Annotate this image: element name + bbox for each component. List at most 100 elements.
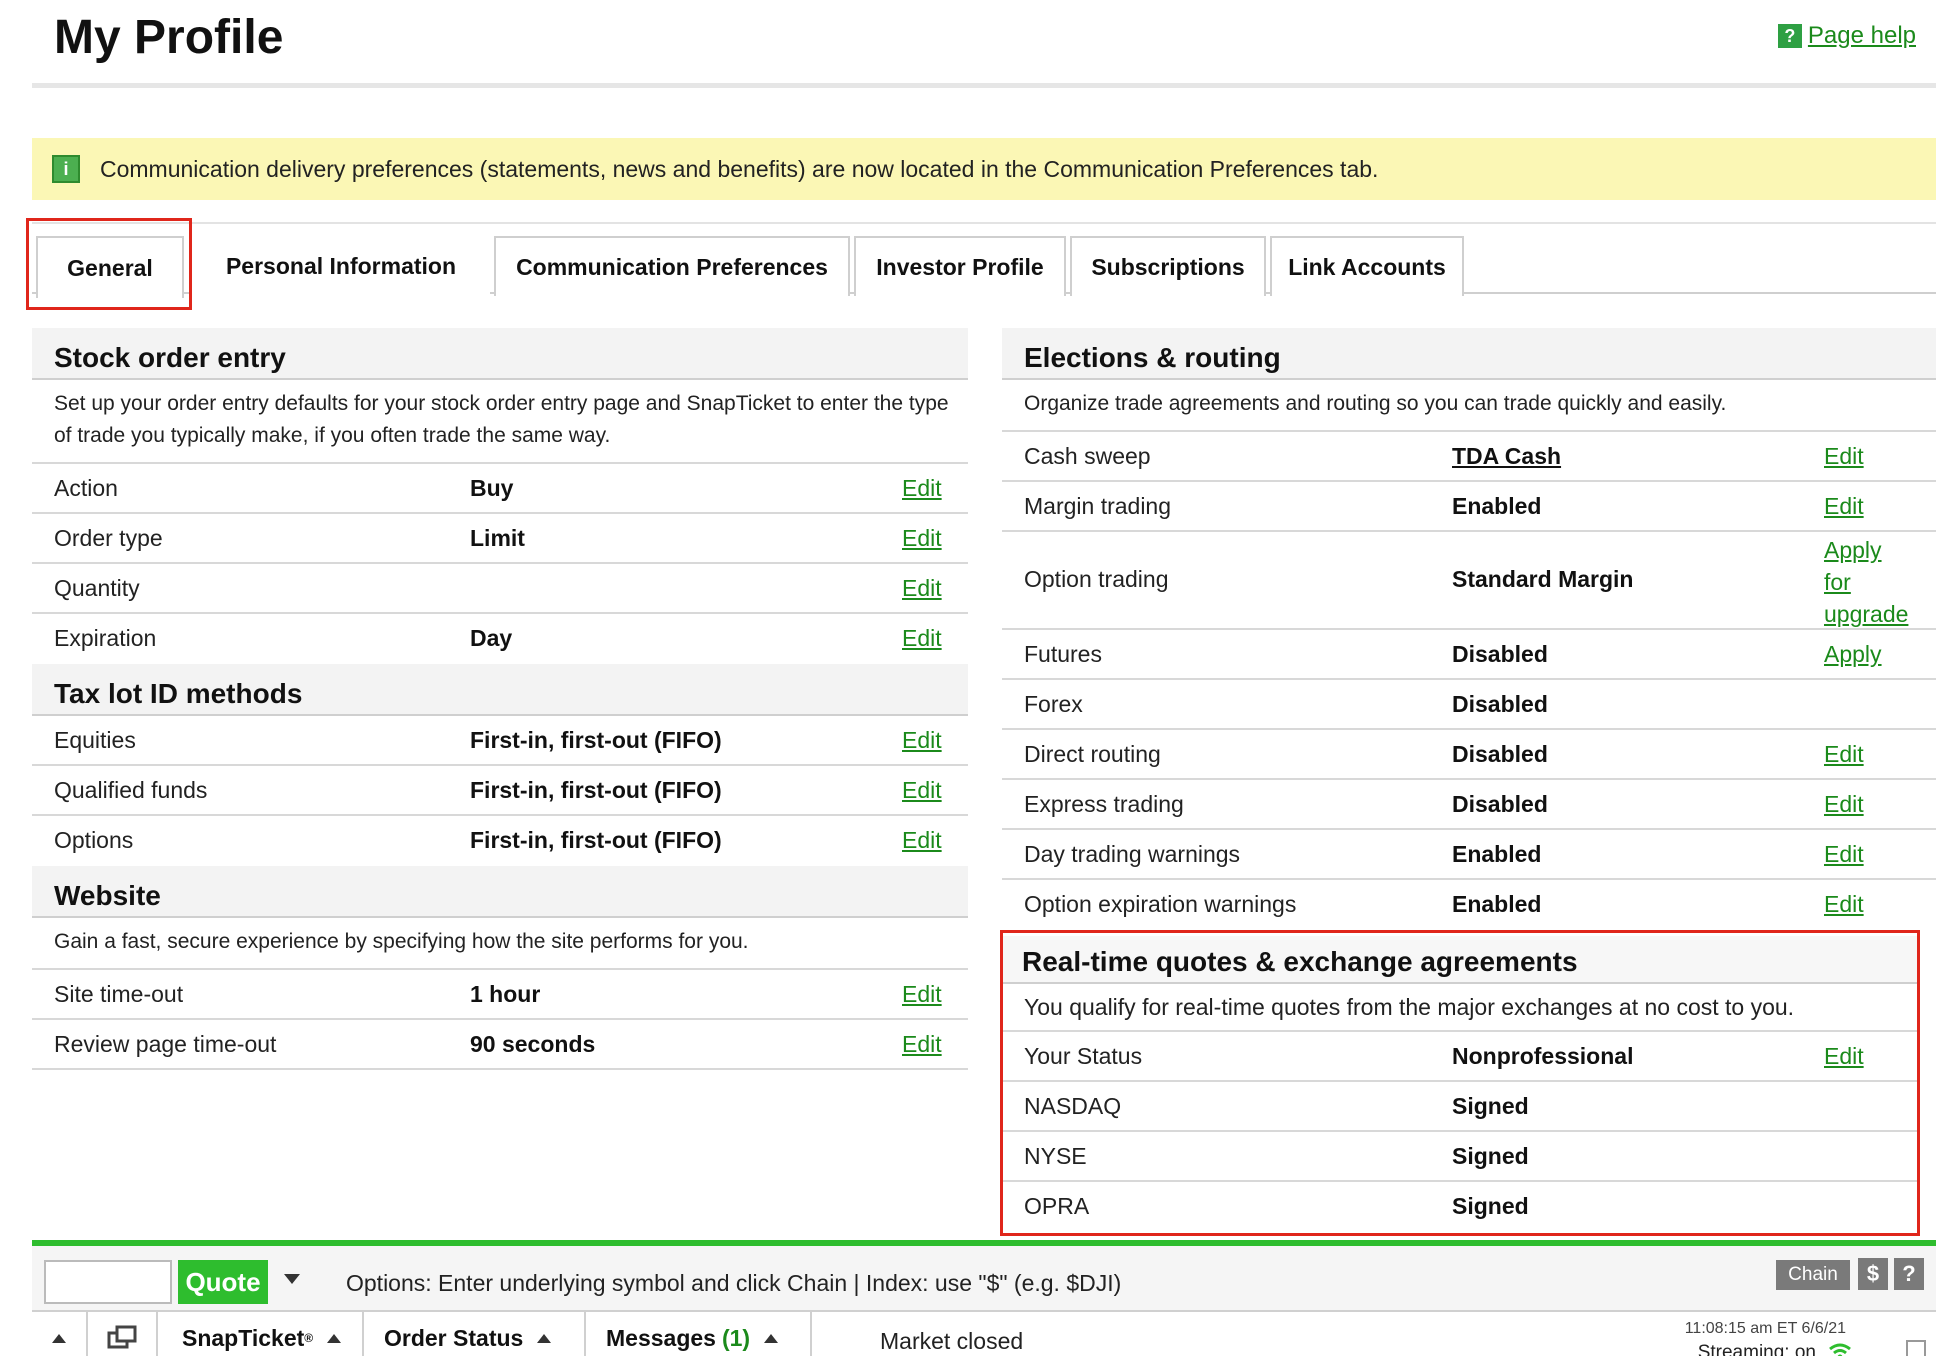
bottom-panel-bar: SnapTicket ® Order Status Messages (1) Ma… [32,1310,1936,1356]
table-row: Order type Limit Edit [32,514,968,564]
page-title: My Profile [54,11,284,64]
table-row: Site time-out 1 hour Edit [32,970,968,1020]
dollar-button[interactable]: $ [1858,1258,1888,1290]
row-label: Site time-out [54,981,184,1007]
edit-link[interactable]: Edit [902,575,942,602]
chevron-down-icon[interactable] [284,1274,300,1284]
table-row: OPRA Signed [1002,1182,1918,1232]
edit-link[interactable]: Edit [1824,791,1864,818]
tab-general[interactable]: General [36,236,184,298]
section-title: Website [54,880,161,911]
help-button[interactable]: ? [1894,1258,1924,1290]
edit-link[interactable]: Edit [902,777,942,804]
row-label: Day trading warnings [1024,841,1241,867]
row-value: Enabled [1452,891,1542,917]
row-value: Buy [470,475,514,501]
edit-link[interactable]: Edit [1824,443,1864,470]
tab-communication-preferences[interactable]: Communication Preferences [494,236,850,296]
tab-investor-profile[interactable]: Investor Profile [854,236,1066,296]
row-label: Margin trading [1024,493,1172,519]
tab-bar: General Personal Information Communicati… [32,222,1936,298]
row-label: NYSE [1024,1143,1087,1169]
edit-link[interactable]: Edit [902,525,942,552]
snapticket-label: SnapTicket [182,1324,305,1351]
row-label: OPRA [1024,1193,1090,1219]
row-value: Disabled [1452,741,1548,767]
row-label: Express trading [1024,791,1184,817]
edit-link[interactable]: Edit [902,727,942,754]
wifi-icon [1829,1343,1851,1356]
link-line: for [1824,569,1851,595]
row-value: First-in, first-out (FIFO) [470,827,722,853]
table-row: Expiration Day Edit [32,614,968,664]
expand-panel-button[interactable] [32,1312,88,1356]
edit-link[interactable]: Edit [1824,493,1864,520]
stock-order-entry-description: Set up your order entry defaults for you… [54,392,949,447]
tab-snapticket[interactable]: SnapTicket ® [158,1312,364,1356]
row-label: Option expiration warnings [1024,891,1297,917]
row-value: Nonprofessional [1452,1043,1634,1069]
apply-link[interactable]: Apply [1824,641,1882,668]
notice-text: Communication delivery preferences (stat… [100,155,1379,182]
row-label: Futures [1024,641,1102,667]
edit-link[interactable]: Edit [902,625,942,652]
row-label: Quantity [54,575,140,601]
edit-link[interactable]: Edit [902,981,942,1008]
page-header: My Profile ? Page help [32,0,1936,88]
edit-link[interactable]: Edit [1824,891,1864,918]
popout-button[interactable] [88,1312,158,1356]
page-help[interactable]: ? Page help [1777,22,1916,50]
edit-link[interactable]: Edit [902,475,942,502]
panel-checkbox[interactable] [1906,1340,1926,1356]
tab-subscriptions[interactable]: Subscriptions [1070,236,1266,296]
row-value: Enabled [1452,493,1542,519]
edit-link[interactable]: Edit [902,1031,942,1058]
apply-for-upgrade-link[interactable]: Apply for upgrade [1824,534,1908,630]
row-value: 1 hour [470,981,541,1007]
bottom-toolbar: Quote Options: Enter underlying symbol a… [32,1240,1936,1356]
row-value: Disabled [1452,641,1548,667]
edit-link[interactable]: Edit [1824,841,1864,868]
row-label: Expiration [54,625,157,651]
link-line: upgrade [1824,601,1909,627]
info-icon: i [52,155,80,183]
cash-sweep-value-link[interactable]: TDA Cash [1452,443,1561,470]
chevron-up-icon [764,1333,779,1343]
messages-count: (1) [721,1324,751,1351]
row-value: Day [470,625,513,651]
tab-personal-information[interactable]: Personal Information [192,236,490,296]
symbol-input[interactable] [44,1260,172,1304]
table-row: Futures Disabled Apply [1002,630,1936,680]
streaming-status: Streaming: on [1697,1342,1816,1356]
website-header: Website [32,866,968,918]
table-row: Forex Disabled [1002,680,1936,730]
row-label: Order type [54,525,163,551]
tax-lot-header: Tax lot ID methods [32,664,968,716]
table-row: NASDAQ Signed [1002,1082,1918,1132]
row-value: Disabled [1452,691,1548,717]
table-row: Options First-in, first-out (FIFO) Edit [32,816,968,866]
options-hint: Options: Enter underlying symbol and cli… [346,1270,1122,1296]
edit-link[interactable]: Edit [902,827,942,854]
table-row: Option trading Standard Margin Apply for… [1002,532,1936,630]
quote-button[interactable]: Quote [178,1260,268,1304]
tab-messages[interactable]: Messages (1) [586,1312,812,1356]
row-label: Qualified funds [54,777,208,803]
notice-banner: i Communication delivery preferences (st… [32,138,1936,200]
table-row: Your Status Nonprofessional Edit [1002,1032,1918,1082]
section-title: Tax lot ID methods [54,678,303,709]
chain-button[interactable]: Chain [1776,1260,1850,1290]
elections-routing-header: Elections & routing [1002,328,1936,380]
row-label: Review page time-out [54,1031,277,1057]
tab-order-status[interactable]: Order Status [364,1312,586,1356]
edit-link[interactable]: Edit [1824,741,1864,768]
tab-link-accounts[interactable]: Link Accounts [1270,236,1464,296]
table-row: Qualified funds First-in, first-out (FIF… [32,766,968,816]
row-value: Signed [1452,1093,1529,1119]
page-help-link[interactable]: Page help [1808,22,1916,50]
section-title: Real-time quotes & exchange agreements [1022,946,1578,977]
table-row: NYSE Signed [1002,1132,1918,1182]
realtime-quotes-header: Real-time quotes & exchange agreements [1002,936,1918,984]
row-label: Action [54,475,118,501]
edit-link[interactable]: Edit [1824,1043,1864,1070]
